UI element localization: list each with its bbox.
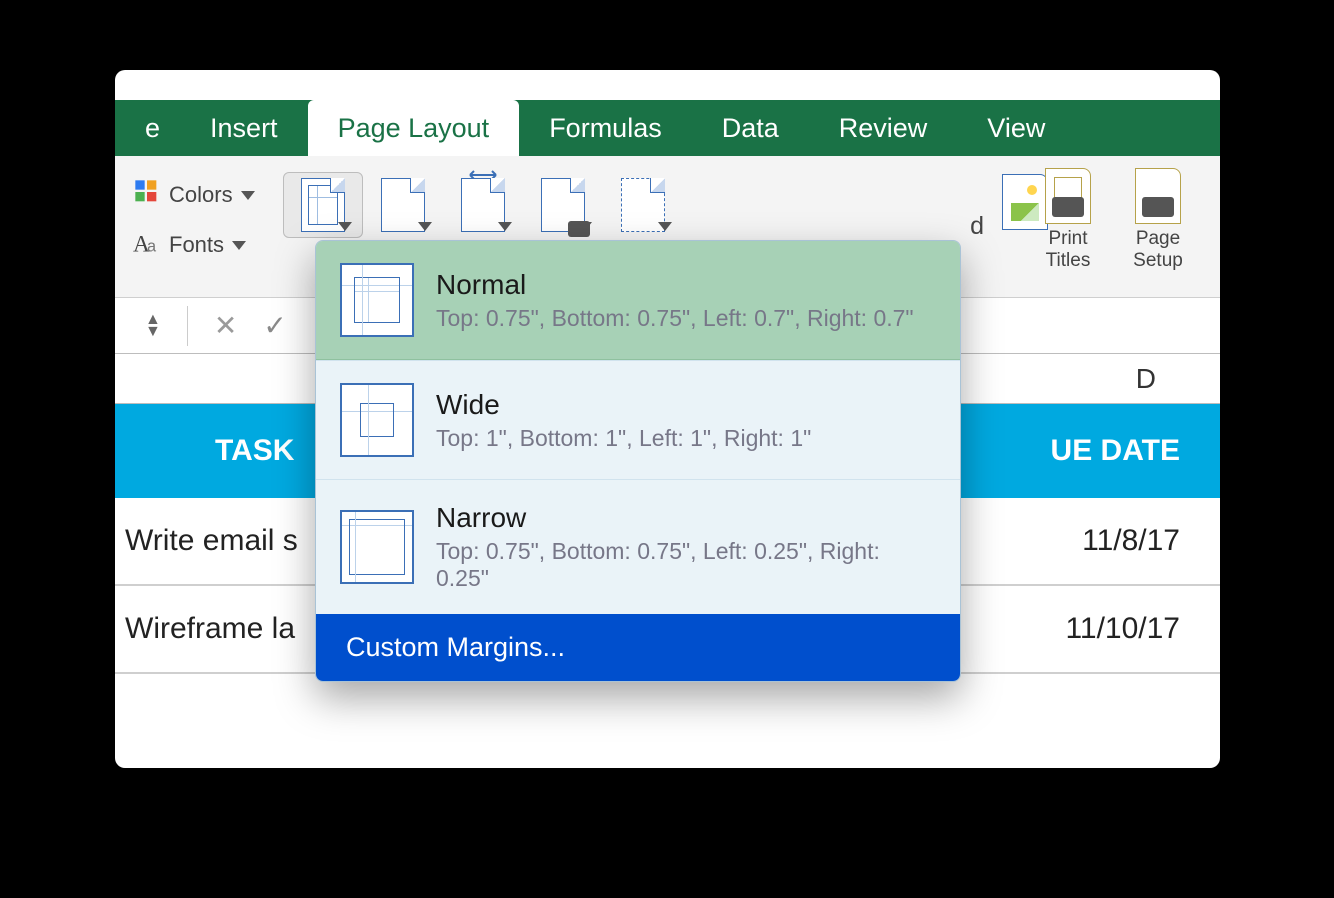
chevron-down-icon (338, 222, 352, 231)
margins-normal-sub: Top: 0.75", Bottom: 0.75", Left: 0.7", R… (436, 305, 914, 332)
page-setup-icon (1135, 168, 1181, 224)
chevron-down-icon (578, 222, 592, 231)
tab-view[interactable]: View (957, 100, 1075, 156)
tab-review[interactable]: Review (809, 100, 958, 156)
caret-down-icon: ▼ (145, 326, 161, 338)
enter-formula-button[interactable]: ✓ (263, 309, 286, 342)
ribbon-tabs: e Insert Page Layout Formulas Data Revie… (115, 100, 1220, 156)
chevron-down-icon (418, 222, 432, 231)
print-titles-button[interactable]: PrintTitles (1036, 168, 1100, 272)
tab-page-layout[interactable]: Page Layout (308, 100, 520, 156)
fonts-icon: Aa (133, 228, 161, 262)
print-titles-l1: Print (1048, 228, 1087, 249)
narrow-margin-icon (340, 510, 414, 584)
margins-option-wide[interactable]: Wide Top: 1", Bottom: 1", Left: 1", Righ… (316, 360, 960, 479)
margins-option-normal[interactable]: Normal Top: 0.75", Bottom: 0.75", Left: … (316, 241, 960, 360)
orientation-button[interactable] (363, 172, 443, 238)
cell-task: Write email s (125, 524, 298, 558)
svg-text:a: a (147, 237, 157, 255)
header-task: TASK (215, 434, 294, 468)
cell-date: 11/8/17 (1082, 524, 1180, 558)
tab-formulas[interactable]: Formulas (519, 100, 692, 156)
column-d-header[interactable]: D (1136, 363, 1156, 395)
margins-option-narrow[interactable]: Narrow Top: 0.75", Bottom: 0.75", Left: … (316, 479, 960, 614)
name-box-spinner[interactable]: ▲ ▼ (145, 314, 161, 338)
cell-date: 11/10/17 (1065, 612, 1180, 646)
margins-wide-title: Wide (436, 389, 811, 421)
cancel-formula-button[interactable]: ✕ (214, 309, 237, 342)
page-setup-l1: Page (1136, 228, 1180, 249)
themes-group: Colors Aa Fonts (115, 162, 273, 262)
tab-data[interactable]: Data (692, 100, 809, 156)
print-titles-l2: Titles (1046, 250, 1091, 271)
print-titles-icon (1045, 168, 1091, 224)
tab-insert[interactable]: Insert (180, 100, 308, 156)
header-due-date: UE DATE (1051, 434, 1180, 468)
breaks-button[interactable] (603, 172, 683, 238)
margins-button[interactable] (283, 172, 363, 238)
chevron-down-icon (241, 191, 255, 200)
page-setup-buttons (273, 162, 683, 238)
size-button[interactable] (443, 172, 523, 238)
background-label-cut: d (970, 212, 984, 241)
colors-dropdown[interactable]: Colors (133, 178, 255, 212)
margins-narrow-title: Narrow (436, 502, 936, 534)
wide-margin-icon (340, 383, 414, 457)
margins-narrow-sub: Top: 0.75", Bottom: 0.75", Left: 0.25", … (436, 538, 936, 592)
chevron-down-icon (232, 241, 246, 250)
page-setup-l2: Setup (1133, 250, 1183, 271)
colors-icon (133, 178, 161, 212)
colors-label: Colors (169, 182, 233, 208)
fonts-label: Fonts (169, 232, 224, 258)
tab-home-partial[interactable]: e (135, 100, 180, 156)
print-area-button[interactable] (523, 172, 603, 238)
margins-dropdown-menu: Normal Top: 0.75", Bottom: 0.75", Left: … (315, 240, 961, 682)
custom-margins-item[interactable]: Custom Margins... (316, 614, 960, 681)
margins-normal-title: Normal (436, 269, 914, 301)
margins-wide-sub: Top: 1", Bottom: 1", Left: 1", Right: 1" (436, 425, 811, 452)
page-setup-button[interactable]: PageSetup (1126, 168, 1190, 272)
fonts-dropdown[interactable]: Aa Fonts (133, 228, 255, 262)
right-label-group: PrintTitles PageSetup (1036, 168, 1190, 272)
chevron-down-icon (658, 222, 672, 231)
normal-margin-icon (340, 263, 414, 337)
excel-window: e Insert Page Layout Formulas Data Revie… (115, 70, 1220, 768)
divider (187, 306, 188, 346)
cell-task: Wireframe la (125, 612, 295, 646)
chevron-down-icon (498, 222, 512, 231)
